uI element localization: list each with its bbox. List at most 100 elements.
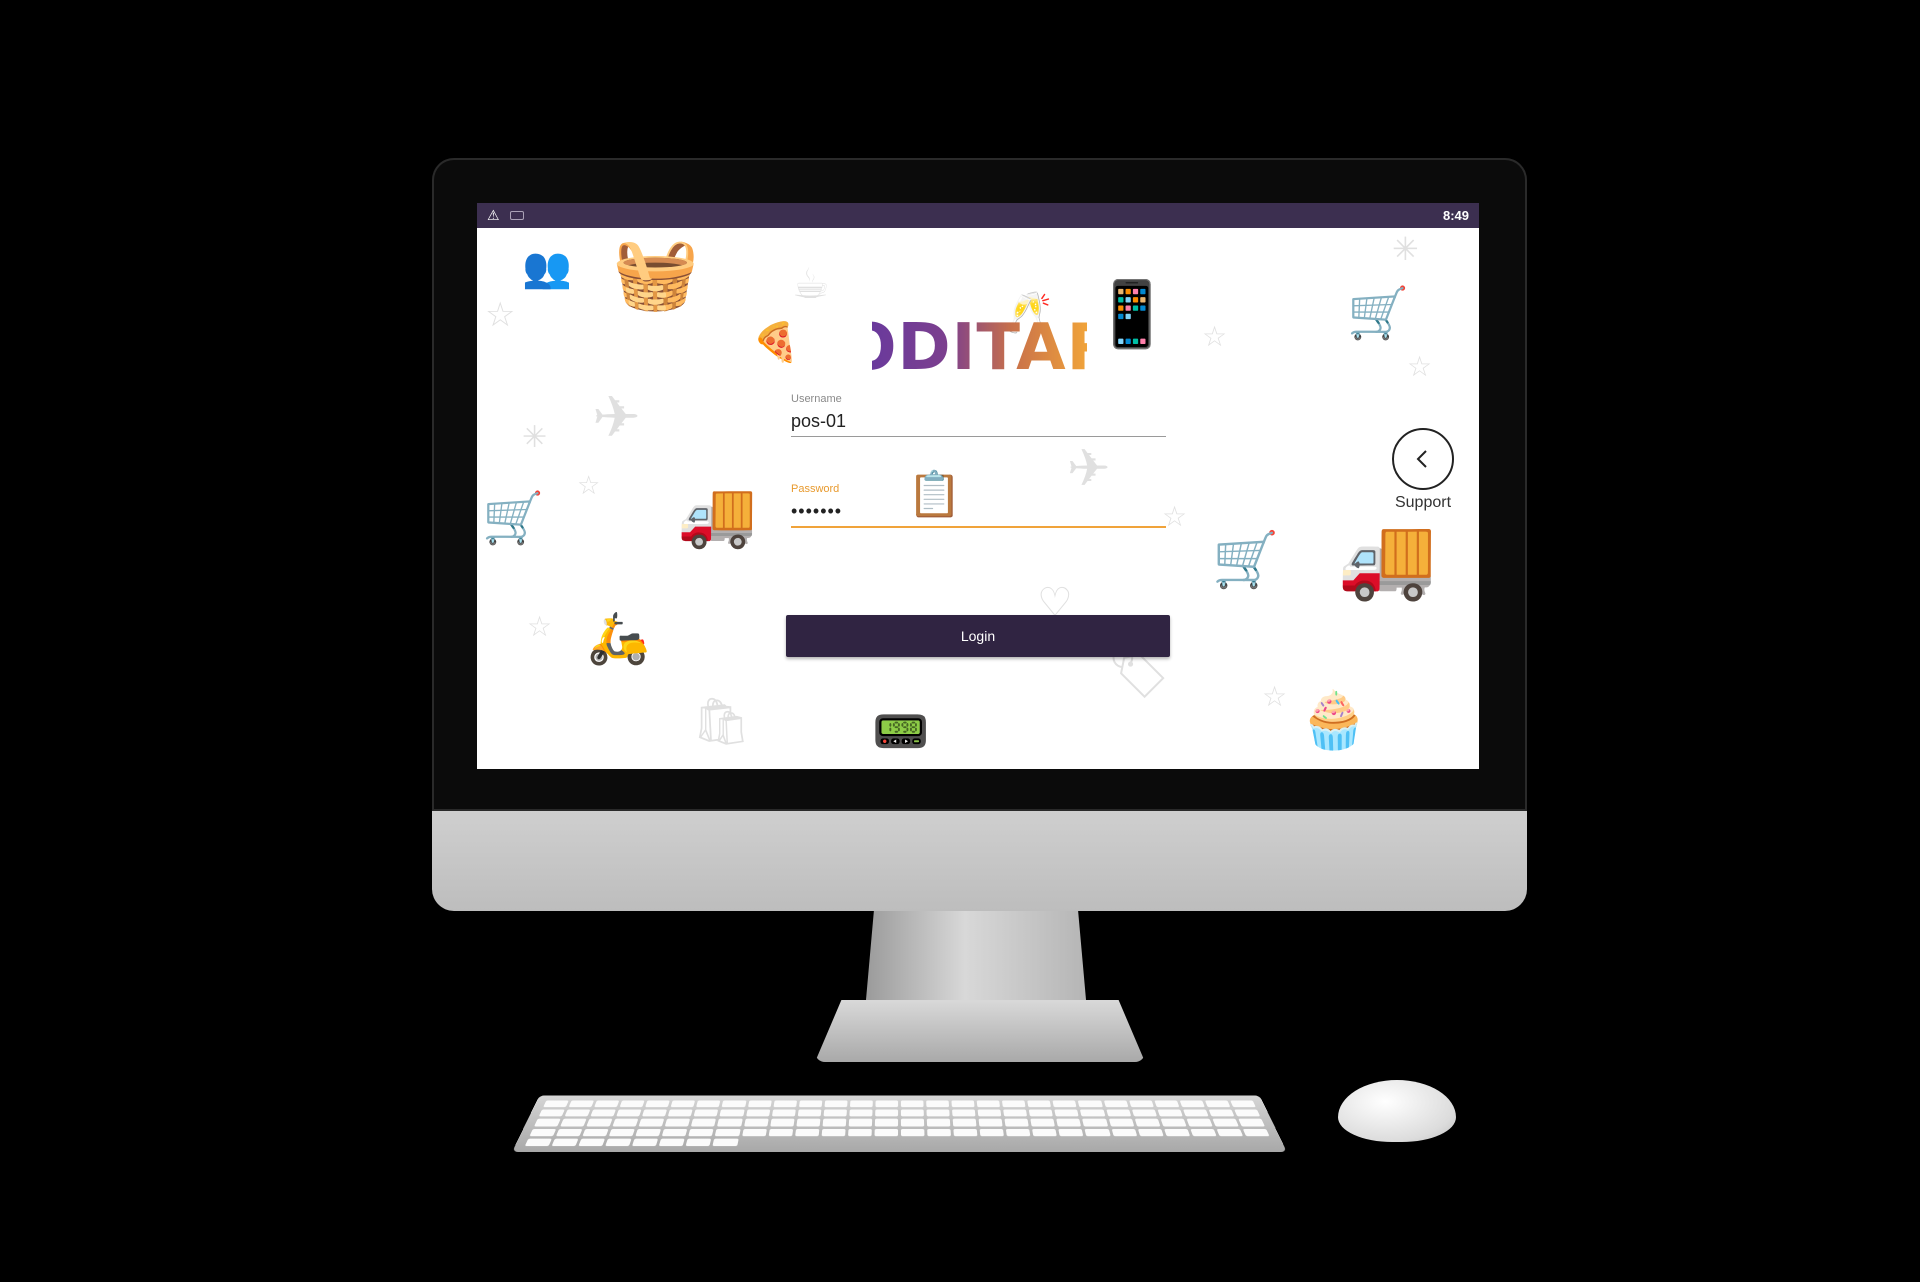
keyboard-key [745, 1109, 770, 1117]
keyboard-key [824, 1100, 848, 1108]
keyboard-key [1134, 1118, 1161, 1127]
network-icon: ✳ [1392, 230, 1419, 268]
keyboard-key [847, 1128, 872, 1137]
keyboard-key [1163, 1128, 1190, 1137]
password-input[interactable]: ••••••• [791, 501, 1166, 526]
monitor-stand [865, 911, 1087, 1011]
keyboard-key [1108, 1118, 1134, 1127]
cupcake-icon: 🧁 [1299, 688, 1369, 753]
keyboard-key [645, 1100, 671, 1108]
keyboard-key [564, 1109, 591, 1117]
monitor-stand-base [815, 1000, 1145, 1062]
keyboard-key [796, 1118, 821, 1127]
keyboard-key [1058, 1128, 1084, 1137]
keyboard [512, 1095, 1287, 1152]
keyboard-key [978, 1118, 1003, 1127]
keyboard-key [1103, 1100, 1129, 1108]
keyboard-key [743, 1118, 769, 1127]
keyboard-key [1216, 1128, 1243, 1137]
keyboard-key [900, 1118, 925, 1127]
keyboard-key [1054, 1109, 1080, 1117]
basket-icon: 🧺 [612, 232, 700, 314]
keyboard-key [686, 1138, 712, 1147]
keyboard-key [951, 1100, 975, 1108]
support-button[interactable]: Support [1375, 428, 1471, 512]
username-field[interactable]: Username pos-01 [791, 393, 1166, 437]
keyboard-key [635, 1128, 662, 1137]
keyboard-key [543, 1100, 569, 1108]
keyboard-key [849, 1109, 873, 1117]
keyboard-key [821, 1128, 846, 1137]
keyboard-key [1082, 1118, 1108, 1127]
username-underline [791, 436, 1166, 437]
keyboard-key [688, 1128, 715, 1137]
keyboard-key [712, 1138, 739, 1147]
keyboard-key [952, 1109, 976, 1117]
keyboard-key [612, 1118, 639, 1127]
keyboard-key [1154, 1100, 1180, 1108]
airplane-icon: ✈ [592, 383, 641, 451]
status-bar: ⚠ 8:49 [477, 203, 1479, 228]
keyboard-key [926, 1118, 951, 1127]
keyboard-key [616, 1109, 642, 1117]
keyboard-key [875, 1109, 899, 1117]
keyboard-key [1029, 1109, 1054, 1117]
monitor-chin [432, 811, 1527, 911]
keyboard-key [1052, 1100, 1077, 1108]
keyboard-key [582, 1128, 609, 1137]
keyboard-key [1084, 1128, 1111, 1137]
keyboard-key [668, 1109, 693, 1117]
keyboard-key [1111, 1128, 1137, 1137]
password-field[interactable]: Password ••••••• [791, 483, 1166, 528]
keyboard-key [1238, 1118, 1265, 1127]
keyboard-key [1078, 1100, 1103, 1108]
username-input[interactable]: pos-01 [791, 411, 1166, 436]
keyboard-key [1230, 1100, 1256, 1108]
coffee-icon: ☕ [792, 259, 830, 308]
keyboard-key [642, 1109, 668, 1117]
keyboard-key [1242, 1128, 1270, 1137]
keyboard-key [747, 1100, 772, 1108]
keyboard-key [659, 1138, 686, 1147]
keyboard-key [979, 1128, 1005, 1137]
keyboard-key [632, 1138, 659, 1147]
keyboard-key [1137, 1128, 1164, 1137]
keyboard-key [1002, 1100, 1026, 1108]
keyboard-key [900, 1128, 925, 1137]
keyboard-key [768, 1128, 793, 1137]
keyboard-key [900, 1109, 924, 1117]
keyboard-key [875, 1100, 899, 1108]
keyboard-key [605, 1138, 632, 1147]
keyboard-key [1204, 1100, 1231, 1108]
shopping-cart-icon: 🛒 [482, 489, 545, 547]
shopping-bag-icon: 🛍 [692, 694, 751, 748]
keyboard-key [741, 1128, 767, 1137]
keyboard-key [717, 1118, 743, 1127]
scooter-icon: 🛵 [587, 609, 650, 667]
keyboard-key [1179, 1100, 1205, 1108]
keyboard-key [976, 1100, 1001, 1108]
keyboard-key [556, 1128, 583, 1137]
keyboard-key [1157, 1109, 1183, 1117]
keyboard-key [1182, 1109, 1209, 1117]
keyboard-key [822, 1118, 847, 1127]
star-icon: ☆ [485, 295, 516, 335]
keyboard-key [1212, 1118, 1239, 1127]
keyboard-key [1160, 1118, 1187, 1127]
keyboard-key [952, 1118, 977, 1127]
keyboard-key [953, 1128, 978, 1137]
keyboard-key [1080, 1109, 1106, 1117]
support-circle[interactable] [1392, 428, 1454, 490]
mouse [1338, 1080, 1456, 1142]
keyboard-key [927, 1128, 952, 1137]
chevron-left-icon [1416, 450, 1427, 468]
login-button[interactable]: Login [786, 615, 1170, 657]
star-icon: ☆ [1407, 350, 1433, 383]
keyboard-key [578, 1138, 606, 1147]
star-icon: ☆ [1262, 680, 1288, 713]
keyboard-key [1006, 1128, 1031, 1137]
keyboard-key [977, 1109, 1002, 1117]
keyboard-key [1003, 1109, 1028, 1117]
username-label: Username [791, 393, 842, 405]
keyboard-key [1030, 1118, 1056, 1127]
